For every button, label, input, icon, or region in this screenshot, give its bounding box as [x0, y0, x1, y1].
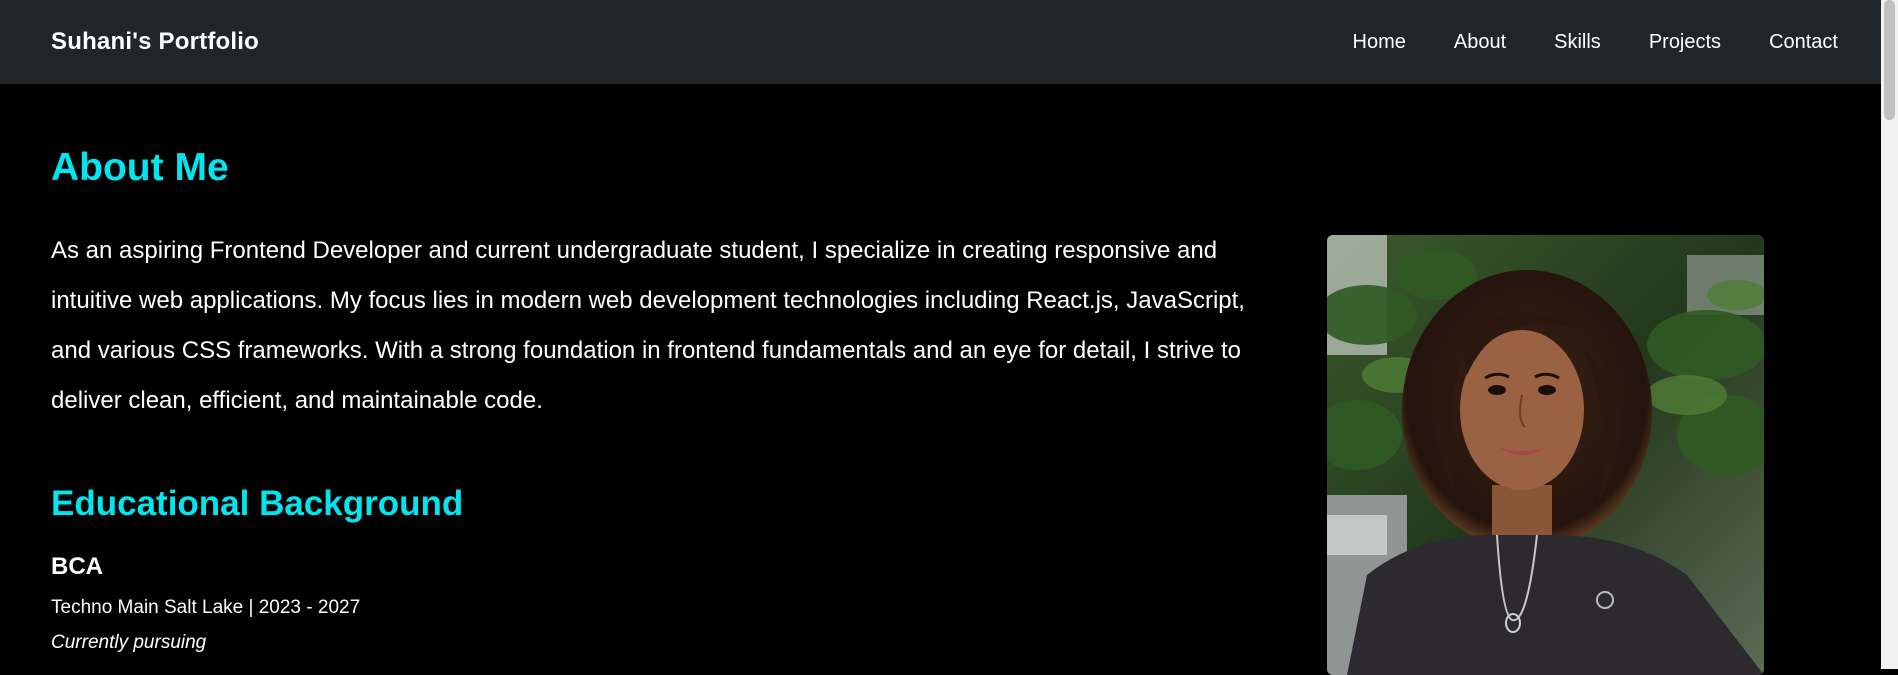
nav-link-skills[interactable]: Skills	[1554, 31, 1601, 54]
profile-photo	[1327, 235, 1764, 675]
scrollbar-thumb[interactable]	[1884, 0, 1895, 120]
scrollbar[interactable]	[1881, 0, 1898, 669]
education-title: Educational Background	[51, 484, 464, 523]
nav-link-contact[interactable]: Contact	[1769, 31, 1838, 54]
education-status: Currently pursuing	[51, 632, 207, 653]
nav-link-home[interactable]: Home	[1353, 31, 1406, 54]
school-info: Techno Main Salt Lake | 2023 - 2027	[51, 597, 361, 618]
about-title: About Me	[51, 146, 229, 189]
degree-title: BCA	[51, 553, 103, 580]
nav-link-about[interactable]: About	[1454, 31, 1506, 54]
about-paragraph: As an aspiring Frontend Developer and cu…	[51, 237, 1245, 414]
brand-title[interactable]: Suhani's Portfolio	[51, 28, 259, 56]
profile-photo-image	[1327, 235, 1764, 675]
nav-link-projects[interactable]: Projects	[1649, 31, 1721, 54]
navbar: Suhani's Portfolio Home About Skills Pro…	[0, 0, 1898, 84]
nav-links: Home About Skills Projects Contact	[1353, 31, 1838, 54]
